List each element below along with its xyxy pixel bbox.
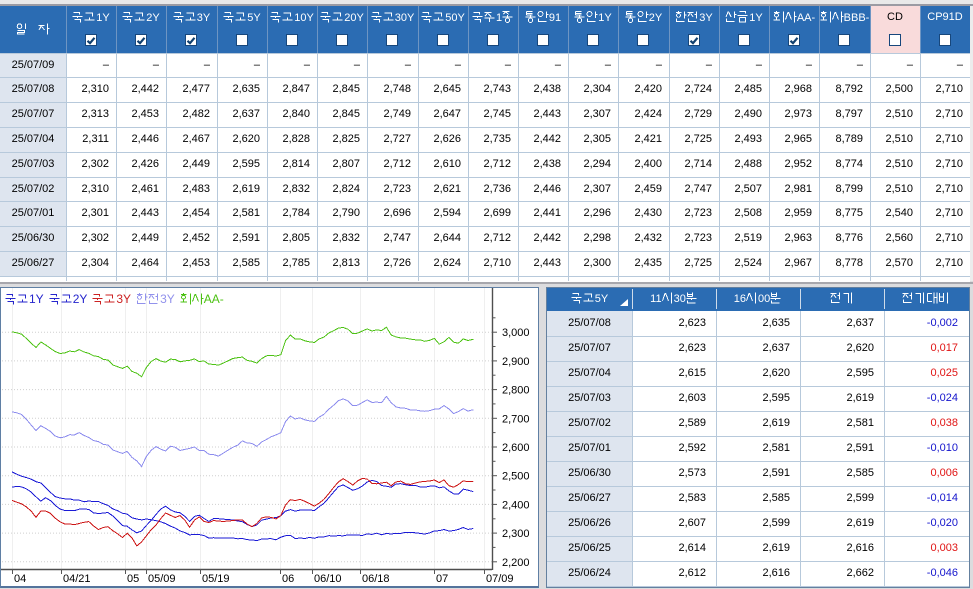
svg-text:2,500: 2,500 (502, 471, 530, 483)
svg-text:05/09: 05/09 (148, 573, 176, 585)
svg-text:07: 07 (436, 573, 448, 585)
svg-text:2,600: 2,600 (502, 442, 530, 454)
svg-text:2,900: 2,900 (502, 356, 530, 368)
svg-text:2,800: 2,800 (502, 385, 530, 397)
svg-text:2,300: 2,300 (502, 528, 530, 540)
svg-text:05: 05 (127, 573, 139, 585)
svg-text:05/19: 05/19 (202, 573, 230, 585)
svg-text:2,700: 2,700 (502, 413, 530, 425)
svg-text:07/09: 07/09 (486, 573, 514, 585)
svg-text:2,400: 2,400 (502, 499, 530, 511)
svg-text:06/18: 06/18 (362, 573, 390, 585)
svg-text:2,200: 2,200 (502, 557, 530, 569)
svg-text:04/21: 04/21 (63, 573, 91, 585)
svg-text:04: 04 (14, 573, 26, 585)
svg-text:3,000: 3,000 (502, 327, 530, 339)
svg-text:06/10: 06/10 (314, 573, 342, 585)
svg-text:06: 06 (282, 573, 294, 585)
